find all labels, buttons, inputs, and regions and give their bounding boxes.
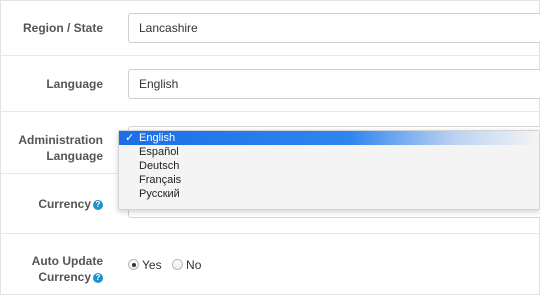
checkmark-icon: ✓ — [125, 132, 135, 144]
divider — [0, 233, 540, 234]
dropdown-option-russian[interactable]: Русский — [119, 187, 539, 201]
option-label: Español — [139, 146, 179, 158]
language-label: Language — [46, 77, 103, 91]
admin-language-label: Administration Language — [18, 132, 103, 164]
admin-language-label-line1: Administration — [18, 133, 103, 147]
language-input[interactable]: English — [128, 69, 540, 99]
auto-update-label-line1: Auto Update — [31, 254, 103, 268]
currency-label: Currency? — [38, 196, 103, 212]
radio-yes[interactable] — [128, 259, 139, 271]
option-label: English — [139, 132, 176, 144]
question-circle-icon[interactable]: ? — [93, 199, 103, 210]
option-label: Deutsch — [139, 160, 180, 172]
dropdown-option-espanol[interactable]: Español — [119, 145, 539, 159]
option-label: Français — [139, 174, 182, 186]
radio-no-label[interactable]: No — [186, 258, 201, 272]
region-label: Region / State — [22, 21, 103, 35]
admin-language-dropdown[interactable]: ✓ English Español Deutsch Français Русск… — [118, 130, 540, 210]
radio-yes-label[interactable]: Yes — [142, 258, 162, 272]
auto-update-label: Auto Update Currency? — [32, 253, 103, 285]
radio-no[interactable] — [172, 259, 184, 271]
question-circle-icon[interactable]: ? — [93, 272, 103, 283]
region-input[interactable]: Lancashire — [128, 13, 540, 43]
auto-update-label-line2: Currency — [38, 270, 91, 284]
currency-label-text: Currency — [38, 197, 91, 211]
dropdown-option-english[interactable]: ✓ English — [119, 131, 539, 145]
dropdown-option-deutsch[interactable]: Deutsch — [119, 159, 539, 173]
dropdown-option-francais[interactable]: Français — [119, 173, 539, 187]
option-label: Русский — [139, 188, 180, 200]
divider — [0, 111, 540, 112]
auto-update-radio-group: Yes No — [128, 256, 207, 274]
admin-language-label-line2: Language — [46, 149, 103, 163]
divider — [0, 55, 540, 56]
